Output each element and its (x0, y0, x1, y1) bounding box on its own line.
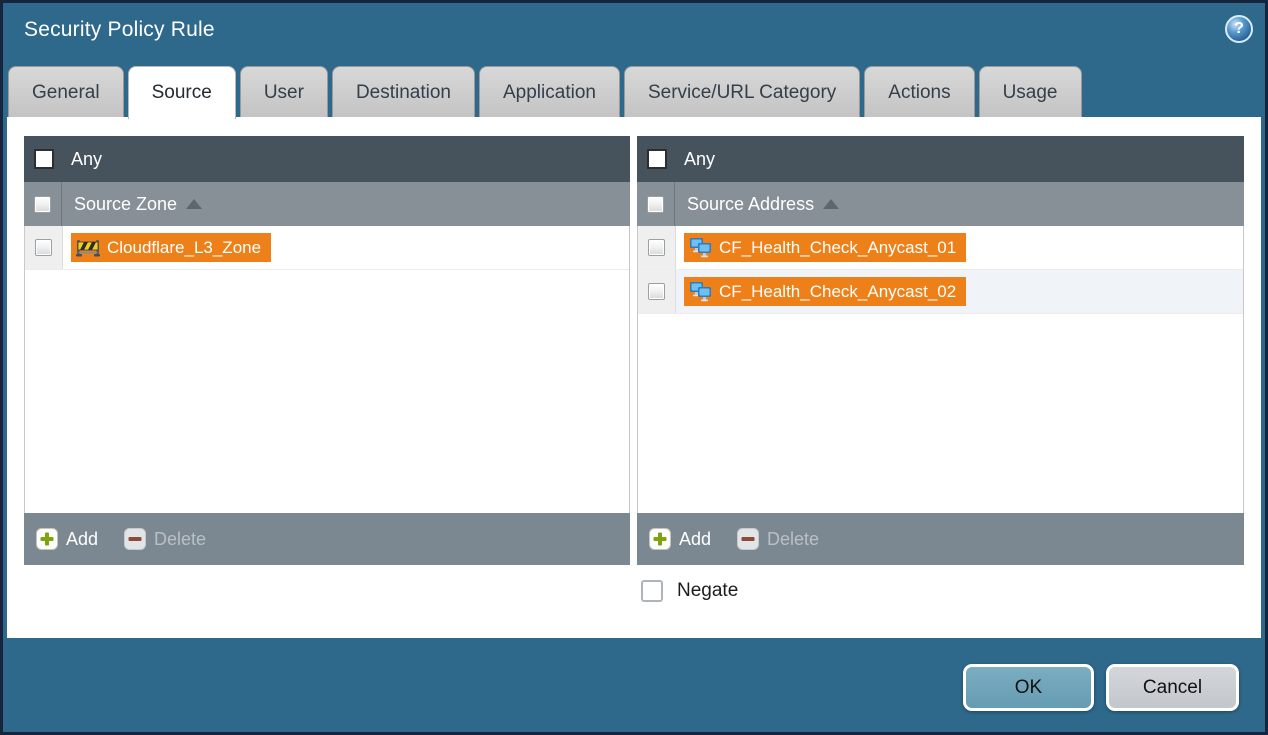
negate-checkbox[interactable] (641, 580, 663, 602)
source-zone-footer: Add Delete (24, 513, 630, 565)
table-row[interactable]: Cloudflare_L3_Zone (25, 226, 629, 270)
negate-label: Negate (677, 580, 738, 602)
zone-tag[interactable]: Cloudflare_L3_Zone (71, 233, 271, 262)
tab-user[interactable]: User (240, 66, 328, 118)
row-content: CF_Health_Check_Anycast_01 (676, 226, 1243, 269)
add-plus-icon (36, 528, 58, 550)
row-checkbox-cell (25, 226, 63, 269)
source-address-any-checkbox[interactable] (647, 149, 667, 169)
tab-service-url-category[interactable]: Service/URL Category (624, 66, 860, 118)
help-icon[interactable]: ? (1225, 15, 1253, 43)
add-button[interactable]: Add (36, 528, 98, 550)
add-button[interactable]: Add (649, 528, 711, 550)
source-tab-content: Any Source Zone Cloudflare_L3 (7, 117, 1261, 638)
source-address-panel: Any Source Address CF_Health_ (637, 136, 1244, 565)
sort-asc-icon[interactable] (186, 199, 202, 209)
negate-control: Negate (641, 580, 738, 602)
address-tag[interactable]: CF_Health_Check_Anycast_02 (684, 277, 966, 306)
source-zone-rows: Cloudflare_L3_Zone (24, 226, 630, 513)
source-address-footer: Add Delete (637, 513, 1244, 565)
delete-minus-icon (737, 528, 759, 550)
add-button-label: Add (66, 529, 98, 550)
source-zone-column-header: Source Zone (24, 182, 630, 226)
row-checkbox[interactable] (648, 283, 665, 300)
delete-button-label: Delete (767, 529, 819, 550)
address-name: CF_Health_Check_Anycast_02 (719, 282, 956, 302)
row-content: Cloudflare_L3_Zone (63, 226, 629, 269)
source-address-select-all-cell (637, 182, 675, 226)
security-policy-rule-dialog: Security Policy Rule ? General Source Us… (0, 0, 1268, 735)
source-address-rows: CF_Health_Check_Anycast_01 CF_Health_Che… (637, 226, 1244, 513)
add-plus-icon (649, 528, 671, 550)
delete-button[interactable]: Delete (124, 528, 206, 550)
tab-general[interactable]: General (8, 66, 124, 118)
cancel-button[interactable]: Cancel (1106, 664, 1239, 711)
page-title: Security Policy Rule (24, 18, 215, 42)
source-address-any-bar: Any (637, 136, 1244, 182)
address-icon (689, 237, 712, 258)
source-address-column-header: Source Address (637, 182, 1244, 226)
tab-source[interactable]: Source (128, 66, 236, 119)
source-address-any-label: Any (684, 149, 715, 170)
delete-minus-icon (124, 528, 146, 550)
address-icon (689, 281, 712, 302)
source-address-select-all-checkbox[interactable] (647, 196, 664, 213)
address-name: CF_Health_Check_Anycast_01 (719, 238, 956, 258)
source-zone-any-checkbox[interactable] (34, 149, 54, 169)
row-content: CF_Health_Check_Anycast_02 (676, 270, 1243, 313)
add-button-label: Add (679, 529, 711, 550)
tab-bar: General Source User Destination Applicat… (8, 66, 1082, 118)
source-zone-any-bar: Any (24, 136, 630, 182)
source-zone-select-all-cell (24, 182, 62, 226)
source-zone-panel: Any Source Zone Cloudflare_L3 (24, 136, 630, 565)
delete-button[interactable]: Delete (737, 528, 819, 550)
source-address-column-title[interactable]: Source Address (687, 194, 814, 215)
tab-usage[interactable]: Usage (979, 66, 1082, 118)
zone-name: Cloudflare_L3_Zone (107, 238, 261, 258)
tab-destination[interactable]: Destination (332, 66, 475, 118)
row-checkbox-cell (638, 270, 676, 313)
address-tag[interactable]: CF_Health_Check_Anycast_01 (684, 233, 966, 262)
row-checkbox[interactable] (35, 239, 52, 256)
sort-asc-icon[interactable] (823, 199, 839, 209)
tab-application[interactable]: Application (479, 66, 620, 118)
tab-actions[interactable]: Actions (864, 66, 974, 118)
ok-button[interactable]: OK (963, 664, 1094, 711)
table-row[interactable]: CF_Health_Check_Anycast_01 (638, 226, 1243, 270)
table-row[interactable]: CF_Health_Check_Anycast_02 (638, 270, 1243, 314)
row-checkbox-cell (638, 226, 676, 269)
delete-button-label: Delete (154, 529, 206, 550)
source-zone-select-all-checkbox[interactable] (34, 196, 51, 213)
source-zone-any-label: Any (71, 149, 102, 170)
zone-icon (76, 237, 100, 258)
row-checkbox[interactable] (648, 239, 665, 256)
source-zone-column-title[interactable]: Source Zone (74, 194, 177, 215)
